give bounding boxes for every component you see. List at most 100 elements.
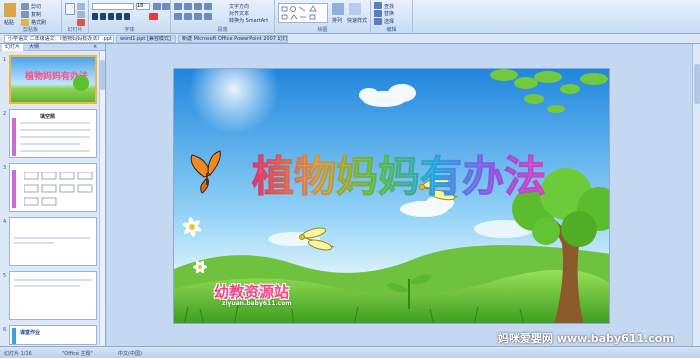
theme-name: "Office 主题"	[62, 351, 93, 357]
select-icon[interactable]	[374, 18, 382, 25]
drawing-group: 排列 快速样式 绘图	[275, 0, 371, 34]
thumb-tree	[73, 75, 89, 91]
slide-thumbnail-3[interactable]	[9, 163, 97, 212]
slide-number: 5	[3, 273, 7, 279]
tab-slides[interactable]: 幻灯片	[2, 44, 24, 51]
thumb-lines	[20, 122, 90, 152]
shrink-font-icon[interactable]	[162, 3, 170, 10]
copy-icon[interactable]	[21, 11, 29, 18]
slide-number: 1	[3, 57, 7, 63]
slide-editor: 植物妈妈有办法 幼教资源站 ziyuan.baby611.com	[107, 44, 700, 346]
thumb-stripe	[12, 118, 16, 156]
cut-icon[interactable]	[21, 3, 29, 10]
shapes-gallery[interactable]	[278, 3, 328, 23]
document-tab-bar: 小学语文 二年级语文：《植物妈妈有办法》.ppt [兼容模式] word1.pp…	[0, 34, 700, 44]
thumb-caption: 填空题	[40, 114, 56, 120]
font-name-combo[interactable]	[92, 3, 134, 10]
current-slide[interactable]: 植物妈妈有办法 幼教资源站 ziyuan.baby611.com	[173, 68, 610, 324]
thumb-boxes	[24, 172, 93, 206]
language-indicator[interactable]: 中文(中国)	[118, 350, 142, 357]
font-group: 18 字体	[89, 0, 171, 34]
document-tab-3[interactable]: 新建 Microsoft Office PowerPoint 2007 幻灯片.…	[178, 35, 288, 43]
slide-thumbnail-1[interactable]: 植物妈妈有办法	[9, 55, 97, 104]
close-pane-icon[interactable]: ×	[90, 44, 100, 51]
cut-button[interactable]: 剪切	[31, 3, 41, 10]
underline-icon[interactable]	[108, 13, 114, 20]
thumb-caption: 课堂作业	[20, 330, 41, 336]
decrease-indent-icon[interactable]	[194, 3, 202, 10]
find-icon[interactable]	[374, 2, 382, 9]
slide-title[interactable]: 植物妈妈有办法	[251, 143, 546, 204]
copy-button[interactable]: 复制	[31, 11, 41, 18]
slide-number: 4	[3, 219, 7, 225]
layout-icon[interactable]	[77, 3, 85, 10]
justify-icon[interactable]	[204, 13, 212, 20]
thumb-lines	[14, 237, 90, 244]
quick-styles-icon[interactable]	[349, 3, 361, 15]
shadow-icon[interactable]	[124, 13, 130, 20]
group-label: 剪贴板	[22, 27, 38, 33]
thumb-stripe	[12, 170, 16, 208]
arrange-button[interactable]: 排列	[332, 17, 342, 24]
slide-thumbnail-6[interactable]: 课堂作业	[9, 325, 97, 345]
slides-group: 幻灯片	[62, 0, 89, 34]
font-color-icon[interactable]	[149, 13, 158, 20]
slides-pane-scrollbar[interactable]	[99, 52, 105, 345]
group-label: 绘图	[317, 27, 328, 33]
editor-scrollbar[interactable]	[692, 44, 700, 346]
quick-styles-button[interactable]: 快速样式	[347, 17, 367, 24]
pane-tabs: 幻灯片 大纲 ×	[0, 44, 105, 51]
tab-outline[interactable]: 大纲	[26, 44, 42, 51]
format-painter-icon[interactable]	[21, 19, 29, 26]
align-text-button[interactable]: 对齐文本	[229, 10, 249, 17]
replace-button[interactable]: 替换	[384, 10, 394, 17]
align-center-icon[interactable]	[184, 13, 192, 20]
text-direction-button[interactable]: 文字方向	[229, 3, 249, 10]
site-logo-url: ziyuan.baby611.com	[222, 300, 292, 307]
increase-indent-icon[interactable]	[204, 3, 212, 10]
ribbon: 粘贴 剪切 复制 格式刷 剪贴板 幻灯片 18 字体 文字方向 对齐文本 转换为…	[0, 0, 700, 34]
delete-icon[interactable]	[77, 19, 85, 26]
scrollbar-thumb[interactable]	[694, 64, 700, 104]
slide-thumbnail-4[interactable]	[9, 217, 97, 266]
numbering-icon[interactable]	[184, 3, 192, 10]
bold-icon[interactable]	[92, 13, 98, 20]
italic-icon[interactable]	[100, 13, 106, 20]
document-tab-1[interactable]: 小学语文 二年级语文：《植物妈妈有办法》.ppt [兼容模式]	[4, 35, 114, 43]
reset-icon[interactable]	[77, 11, 85, 18]
format-painter-button[interactable]: 格式刷	[31, 19, 46, 26]
thumb-lines	[14, 279, 92, 287]
find-button[interactable]: 查找	[384, 3, 394, 10]
bullets-icon[interactable]	[174, 3, 182, 10]
watermark: 妈咪爱婴网 www.baby611.com	[498, 332, 674, 345]
scrollbar-thumb[interactable]	[100, 60, 105, 90]
slides-pane: 幻灯片 大纲 × 1 植物妈妈有办法 2 填空题 3 4 5 6 课堂作业	[0, 44, 106, 346]
thumb-stripe	[12, 328, 16, 344]
strikethrough-icon[interactable]	[116, 13, 122, 20]
editing-group: 查找 替换 选择 编辑	[371, 0, 413, 34]
paragraph-group: 文字方向 对齐文本 转换为 SmartArt 段落	[171, 0, 275, 34]
group-label: 段落	[217, 27, 228, 33]
paste-button[interactable]: 粘贴	[4, 19, 14, 26]
grow-font-icon[interactable]	[153, 3, 161, 10]
shapes-icon	[281, 5, 317, 20]
new-slide-icon[interactable]	[65, 3, 75, 15]
slide-indicator: 幻灯片 1/16	[4, 351, 32, 357]
smartart-button[interactable]: 转换为 SmartArt	[229, 17, 268, 24]
status-bar: 幻灯片 1/16 "Office 主题" 中文(中国)	[0, 346, 700, 358]
site-logo-text: 幼教资源站	[214, 283, 290, 301]
paste-icon[interactable]	[4, 3, 16, 17]
slide-number: 2	[3, 111, 7, 117]
align-right-icon[interactable]	[194, 13, 202, 20]
select-button[interactable]: 选择	[384, 18, 394, 25]
slide-thumbnail-2[interactable]: 填空题	[9, 109, 97, 158]
group-label: 字体	[124, 27, 135, 33]
replace-icon[interactable]	[374, 10, 382, 17]
slide-number: 3	[3, 165, 7, 171]
slide-thumbnail-5[interactable]	[9, 271, 97, 320]
font-size-combo[interactable]: 18	[136, 3, 150, 10]
document-tab-2[interactable]: word1.ppt [兼容模式]	[116, 35, 176, 43]
arrange-icon[interactable]	[332, 3, 344, 15]
group-label: 幻灯片	[67, 27, 83, 33]
align-left-icon[interactable]	[174, 13, 182, 20]
